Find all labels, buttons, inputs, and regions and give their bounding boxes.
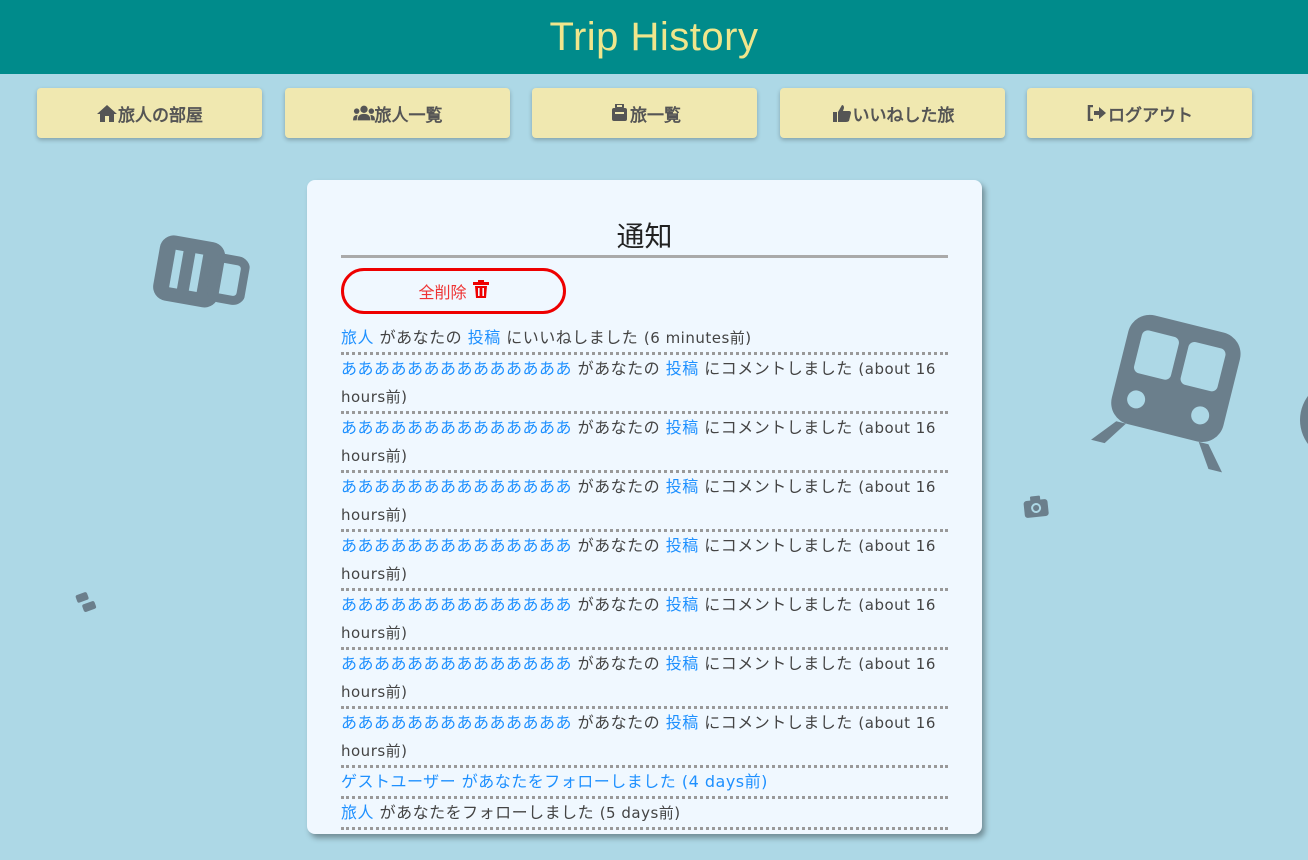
trash-icon (467, 280, 489, 302)
notification-text: にコメントしました (698, 418, 859, 437)
notification-item: 旅人 があなたをフォローしました (5 days前) (341, 799, 948, 830)
suitcase-decor-icon (148, 232, 250, 318)
home-icon (96, 104, 118, 122)
notification-item: ああああああああああああああ があなたの 投稿 にコメントしました (about… (341, 709, 948, 768)
notification-text: にコメントしました (698, 536, 859, 555)
follow-notification-link[interactable]: ゲストユーザー があなたをフォローしました (4 days前) (341, 772, 768, 791)
circle-decor-icon (1290, 380, 1308, 464)
post-link[interactable]: 投稿 (666, 713, 699, 732)
notification-text: があなたをフォローしました (374, 803, 600, 822)
notification-text: があなたの (572, 477, 666, 496)
notification-text: にコメントしました (698, 477, 859, 496)
ticket-decor-icon (75, 590, 98, 618)
actor-link[interactable]: ああああああああああああああ (341, 536, 572, 555)
main-nav: 旅人の部屋 旅人一覧 旅一覧 いいねした旅 ログアウト (0, 88, 1308, 138)
notifications-card: 通知 全削除 旅人 があなたの 投稿 にいいねしました (6 minutes前)… (307, 180, 982, 834)
notification-text: があなたの (572, 418, 666, 437)
notification-item: ゲストユーザー があなたをフォローしました (4 days前) (341, 768, 948, 799)
notification-item: ああああああああああああああ があなたの 投稿 にコメントしました (about… (341, 473, 948, 532)
notification-text: にいいねしました (500, 328, 644, 347)
notification-item: ああああああああああああああ があなたの 投稿 にコメントしました (about… (341, 650, 948, 709)
post-link[interactable]: 投稿 (666, 654, 699, 673)
delete-all-label: 全削除 (418, 283, 467, 302)
actor-link[interactable]: ああああああああああああああ (341, 359, 572, 378)
notification-text: にコメントしました (698, 654, 859, 673)
notification-text: があなたの (374, 328, 468, 347)
notification-text: があなたの (572, 654, 666, 673)
nav-liked-trips-button[interactable]: いいねした旅 (780, 88, 1005, 138)
notification-text: があなたの (572, 713, 666, 732)
post-link[interactable]: 投稿 (666, 536, 699, 555)
notification-text: があなたの (572, 536, 666, 555)
camera-decor-icon (1023, 495, 1049, 523)
delete-all-button[interactable]: 全削除 (341, 268, 566, 314)
nav-travelers-button[interactable]: 旅人一覧 (285, 88, 510, 138)
nav-label: 旅一覧 (630, 105, 681, 126)
users-icon (352, 104, 375, 122)
app-header: Trip History (0, 0, 1308, 74)
post-link[interactable]: 投稿 (666, 595, 699, 614)
actor-link[interactable]: 旅人 (341, 803, 374, 822)
nav-label: ログアウト (1108, 105, 1193, 126)
nav-logout-button[interactable]: ログアウト (1027, 88, 1252, 138)
actor-link[interactable]: ああああああああああああああ (341, 654, 572, 673)
post-link[interactable]: 投稿 (468, 328, 501, 347)
post-link[interactable]: 投稿 (666, 477, 699, 496)
notification-time: (6 minutes前) (643, 329, 752, 347)
notification-item: 旅人 があなたの 投稿 にいいねしました (6 minutes前) (341, 324, 948, 355)
notification-item: ああああああああああああああ があなたの 投稿 にコメントしました (about… (341, 414, 948, 473)
actor-link[interactable]: ああああああああああああああ (341, 713, 572, 732)
train-decor-icon (1091, 314, 1241, 473)
notification-item: ああああああああああああああ があなたの 投稿 にコメントしました (about… (341, 532, 948, 591)
nav-trips-button[interactable]: 旅一覧 (532, 88, 757, 138)
notification-item: ああああああああああああああ があなたの 投稿 にコメントしました (about… (341, 355, 948, 414)
sign-out-icon (1086, 104, 1108, 122)
notification-list: 旅人 があなたの 投稿 にいいねしました (6 minutes前) ああああああ… (341, 324, 948, 830)
actor-link[interactable]: ああああああああああああああ (341, 477, 572, 496)
nav-label: 旅人一覧 (374, 105, 443, 126)
thumbs-up-icon (831, 104, 853, 122)
actor-link[interactable]: 旅人 (341, 328, 374, 347)
notification-text: があなたの (572, 595, 666, 614)
notification-item: ああああああああああああああ があなたの 投稿 にコメントしました (about… (341, 591, 948, 650)
notifications-heading: 通知 (341, 220, 948, 258)
notification-text: にコメントしました (698, 359, 859, 378)
page-title: Trip History (549, 14, 759, 59)
notification-time: (5 days前) (599, 804, 681, 822)
nav-my-room-button[interactable]: 旅人の部屋 (37, 88, 262, 138)
notification-text: があなたの (572, 359, 666, 378)
nav-label: 旅人の部屋 (118, 105, 203, 126)
post-link[interactable]: 投稿 (666, 418, 699, 437)
nav-label: いいねした旅 (852, 105, 955, 126)
notification-text: にコメントしました (698, 595, 859, 614)
actor-link[interactable]: ああああああああああああああ (341, 418, 572, 437)
suitcase-icon (608, 104, 630, 122)
actor-link[interactable]: ああああああああああああああ (341, 595, 572, 614)
notification-text: にコメントしました (698, 713, 859, 732)
post-link[interactable]: 投稿 (666, 359, 699, 378)
